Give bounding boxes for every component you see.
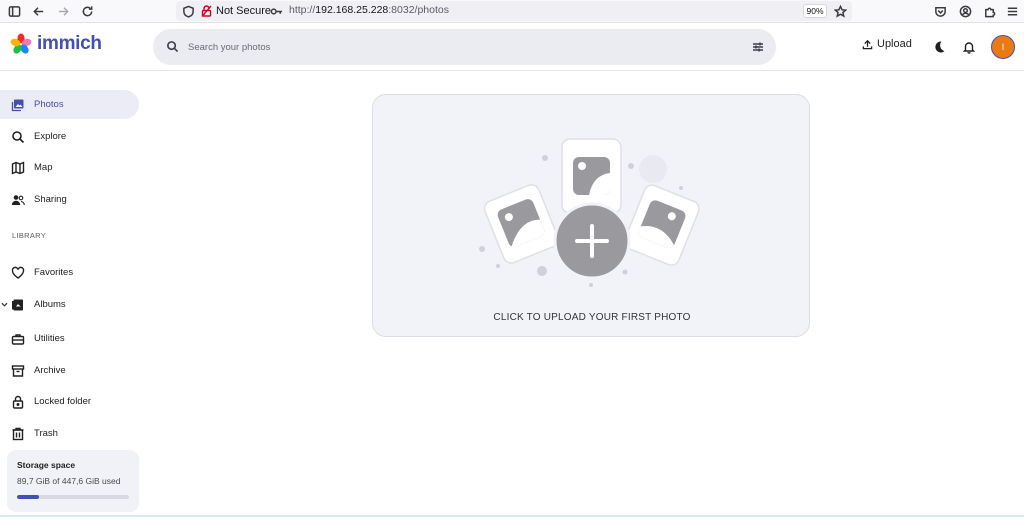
broken-lock-icon [201, 5, 212, 17]
back-icon[interactable] [30, 3, 46, 19]
storage-progress-fill [17, 495, 40, 499]
user-avatar[interactable]: I [991, 35, 1015, 59]
immich-logo-icon [10, 33, 32, 54]
upload-label: Upload [877, 38, 912, 50]
forward-icon[interactable] [55, 3, 71, 19]
sidebar-item-archive[interactable]: Archive [0, 356, 139, 385]
archive-icon [10, 363, 25, 378]
map-icon [10, 160, 25, 175]
zoom-level[interactable]: 90% [803, 4, 827, 18]
search-icon [166, 40, 179, 58]
url-text[interactable]: http://192.168.25.228:8032/photos [289, 4, 449, 16]
menu-icon[interactable] [1004, 3, 1020, 19]
sidebar-item-trash[interactable]: Trash [0, 419, 139, 448]
security-label: Not Secure [216, 5, 272, 17]
sidebar-item-favorites[interactable]: Favorites [0, 258, 139, 287]
sidebar-item-label: Locked folder [34, 396, 92, 407]
sidebar-item-locked-folder[interactable]: Locked folder [0, 387, 139, 416]
storage-progress-bar [17, 495, 129, 499]
app-name: immich [37, 33, 102, 54]
dark-mode-icon[interactable] [930, 38, 948, 56]
pocket-icon[interactable] [932, 3, 948, 19]
reload-icon[interactable] [79, 3, 95, 19]
shield-icon[interactable] [180, 3, 196, 19]
search-input[interactable] [188, 29, 728, 65]
upload-first-photo-placeholder[interactable]: CLICK TO UPLOAD YOUR FIRST PHOTO [372, 94, 810, 337]
sidebar-item-label: Favorites [34, 267, 74, 278]
browser-toolbar: Not Secure http://192.168.25.228:8032/ph… [0, 0, 1024, 23]
account-icon[interactable] [957, 3, 973, 19]
trash-icon [10, 426, 25, 441]
key-icon[interactable] [268, 3, 284, 19]
empty-state-message: CLICK TO UPLOAD YOUR FIRST PHOTO [493, 312, 691, 323]
sidebar-item-sharing[interactable]: Sharing [0, 185, 139, 214]
sidebar-item-label: Explore [34, 131, 67, 142]
empty-photos-illustration [479, 138, 700, 287]
sidebar-item-label: Archive [34, 365, 66, 376]
security-indicator[interactable]: Not Secure [201, 2, 271, 20]
heart-icon [10, 265, 25, 280]
sidebar-item-explore[interactable]: Explore [0, 122, 139, 151]
app-header: immich Upload I [0, 23, 1024, 71]
sidebar-toggle-icon[interactable] [6, 3, 22, 19]
sidebar-item-albums[interactable]: Albums [0, 290, 139, 319]
sidebar: Photos Explore Map Sharing LIBRARY Favor… [0, 72, 150, 517]
notifications-bell-icon[interactable] [960, 38, 978, 56]
filter-options-icon[interactable] [751, 40, 765, 59]
sidebar-item-map[interactable]: Map [0, 153, 139, 182]
app-logo[interactable]: immich [10, 33, 102, 55]
sidebar-item-label: Trash [34, 428, 58, 439]
sidebar-item-photos[interactable]: Photos [0, 90, 139, 119]
sidebar-item-label: Sharing [34, 194, 67, 205]
upload-button[interactable]: Upload [862, 38, 912, 50]
sidebar-item-label: Map [34, 162, 53, 173]
toolbox-icon [10, 331, 25, 346]
lock-icon [10, 394, 25, 409]
library-section-label: LIBRARY [12, 231, 47, 240]
sidebar-item-label: Albums [34, 299, 66, 310]
search-icon [10, 129, 25, 144]
sidebar-item-utilities[interactable]: Utilities [0, 324, 139, 353]
storage-space-panel: Storage space 89,7 GiB of 447,6 GiB used [7, 450, 139, 512]
extensions-icon[interactable] [981, 3, 997, 19]
photos-icon [10, 97, 25, 112]
sidebar-item-label: Utilities [34, 333, 65, 344]
sidebar-item-label: Photos [34, 99, 64, 110]
storage-usage: 89,7 GiB of 447,6 GiB used [17, 476, 121, 486]
people-icon [10, 192, 25, 207]
upload-icon [862, 39, 873, 50]
search-bar[interactable] [153, 29, 776, 65]
album-icon [10, 297, 25, 312]
storage-title: Storage space [17, 460, 76, 470]
bookmark-star-icon[interactable] [832, 3, 848, 19]
